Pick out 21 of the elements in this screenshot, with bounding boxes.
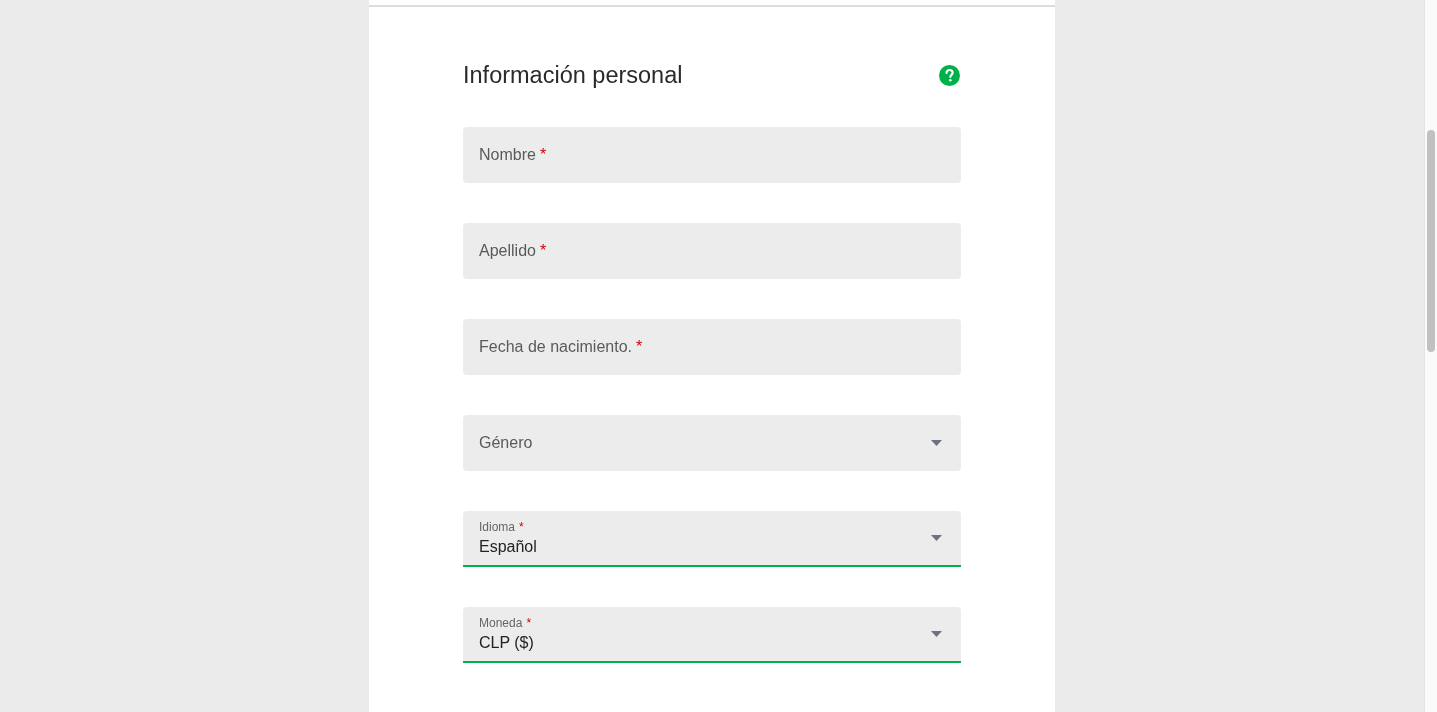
caret-down-icon [931,535,942,541]
input-field[interactable]: Apellido * [463,223,961,279]
caret-down-icon [931,440,942,446]
section-heading: Información personal [463,61,683,90]
field-label: Idioma * [479,519,525,534]
field-label: Nombre * [479,145,547,165]
help-icon[interactable] [939,64,960,86]
field-value: Español [479,536,537,557]
scrollbar-track[interactable] [1424,0,1437,712]
input-field[interactable]: Nombre * [463,127,961,183]
field-label: Moneda * [479,615,533,630]
select-field[interactable]: Idioma * Español [463,511,961,567]
field-label: Fecha de nacimiento. * [479,337,643,357]
field-label: Género [479,433,533,453]
field-value: CLP ($) [479,632,534,653]
scrollbar-thumb[interactable] [1427,130,1435,352]
caret-down-icon [931,631,942,637]
field-label: Apellido * [479,241,547,261]
select-field[interactable]: Moneda * CLP ($) [463,607,961,663]
input-field[interactable]: Fecha de nacimiento. * [463,319,961,375]
select-field[interactable]: Género [463,415,961,471]
